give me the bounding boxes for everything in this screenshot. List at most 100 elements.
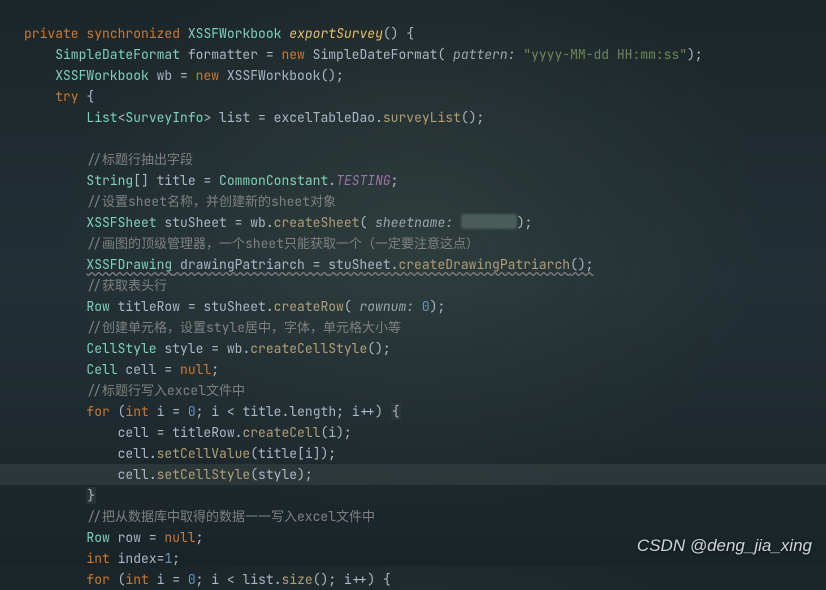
method-call: createCellStyle	[250, 340, 367, 357]
punct: ()	[383, 25, 399, 42]
obj: wb	[250, 214, 266, 231]
op: =	[196, 172, 219, 189]
code-editor-area[interactable]: private synchronized XSSFWorkbook export…	[0, 0, 826, 590]
type: XSSFWorkbook	[55, 67, 149, 84]
op: =	[157, 361, 180, 378]
method-call: setCellStyle	[157, 466, 251, 483]
semi: ;	[196, 529, 204, 546]
var: i	[149, 571, 165, 588]
var: i	[305, 445, 313, 462]
constant: TESTING	[336, 172, 391, 189]
keyword: null	[164, 529, 195, 546]
op: =	[227, 214, 250, 231]
var: drawingPatriarch	[172, 256, 305, 273]
var: i	[344, 571, 352, 588]
keyword: synchronized	[86, 25, 180, 42]
comment: //设置sheet名称，并创建新的sheet对象	[86, 193, 336, 210]
op: =	[203, 340, 226, 357]
op: =	[258, 46, 281, 63]
comment: //创建单元格，设置style居中，字体，单元格大小等	[86, 319, 401, 336]
type: List	[86, 109, 117, 126]
punct: );	[430, 298, 446, 315]
method-call: setCellValue	[157, 445, 251, 462]
op: =	[172, 67, 195, 84]
keyword: int	[125, 571, 148, 588]
ctor: XSSFWorkbook();	[219, 67, 344, 84]
redacted-string	[461, 214, 517, 229]
semi: ;	[328, 571, 344, 588]
brace: {	[391, 403, 401, 420]
arr: []	[133, 172, 156, 189]
watermark: CSDN @deng_jia_xing	[637, 535, 812, 556]
var: wb	[157, 67, 173, 84]
dot: .	[149, 445, 157, 462]
open: (	[344, 298, 352, 315]
dot: .	[149, 466, 157, 483]
comment: //画图的顶级管理器，一个sheet只能获取一个（一定要注意这点）	[86, 235, 479, 252]
method-call: createDrawingPatriarch	[398, 256, 570, 273]
var: list	[242, 571, 273, 588]
dot: .	[266, 214, 274, 231]
var: i	[352, 403, 360, 420]
comment: //标题行抽出字段	[86, 151, 193, 168]
type: Cell	[86, 361, 117, 378]
semi: ;	[196, 403, 212, 420]
punct: );	[687, 46, 703, 63]
var: titleRow	[110, 298, 180, 315]
lb: [	[297, 445, 305, 462]
param-hint: rownum:	[352, 298, 422, 315]
op: =	[164, 571, 187, 588]
par: ()	[313, 571, 329, 588]
dot: .	[266, 298, 274, 315]
var: i	[211, 403, 219, 420]
var: list	[219, 109, 250, 126]
dot: .	[274, 571, 282, 588]
obj: wb	[227, 340, 243, 357]
type: SimpleDateFormat	[55, 46, 180, 63]
var: i	[149, 403, 165, 420]
keyword: for	[86, 571, 109, 588]
var: title	[242, 403, 281, 420]
dot: .	[328, 172, 336, 189]
op: =	[180, 298, 203, 315]
semi: ;	[172, 550, 180, 567]
method-call: createSheet	[274, 214, 360, 231]
method-call: surveyList	[383, 109, 461, 126]
punct: );	[321, 445, 337, 462]
semi: ;	[391, 172, 399, 189]
method-call: size	[282, 571, 313, 588]
var: cell	[118, 424, 149, 441]
param-hint: sheetname:	[367, 214, 461, 231]
type: XSSFSheet	[86, 214, 156, 231]
type: CellStyle	[86, 340, 156, 357]
punct: );	[336, 424, 352, 441]
obj: stuSheet	[328, 256, 390, 273]
ctor: SimpleDateFormat(	[305, 46, 445, 63]
var: i	[328, 424, 336, 441]
var: cell	[118, 466, 149, 483]
op: =	[149, 424, 172, 441]
obj: stuSheet	[203, 298, 265, 315]
inc: ++)	[360, 403, 391, 420]
keyword: new	[281, 46, 304, 63]
inc: ++) {	[352, 571, 391, 588]
var: formatter	[188, 46, 258, 63]
method-call: createRow	[274, 298, 344, 315]
var: row	[110, 529, 141, 546]
open: (	[250, 466, 258, 483]
open: (	[110, 571, 126, 588]
semi: ;	[196, 571, 212, 588]
keyword: null	[180, 361, 211, 378]
comment: //标题行写入excel文件中	[86, 382, 245, 399]
number: 0	[422, 298, 430, 315]
punct: ();	[367, 340, 390, 357]
var: stuSheet	[157, 214, 227, 231]
op: =	[141, 529, 164, 546]
comment: //获取表头行	[86, 277, 167, 294]
method-call: createCell	[242, 424, 320, 441]
type: XSSFWorkbook	[188, 25, 282, 42]
op: <	[219, 403, 242, 420]
rb: ]	[313, 445, 321, 462]
var: index	[110, 550, 157, 567]
keyword: int	[86, 550, 109, 567]
